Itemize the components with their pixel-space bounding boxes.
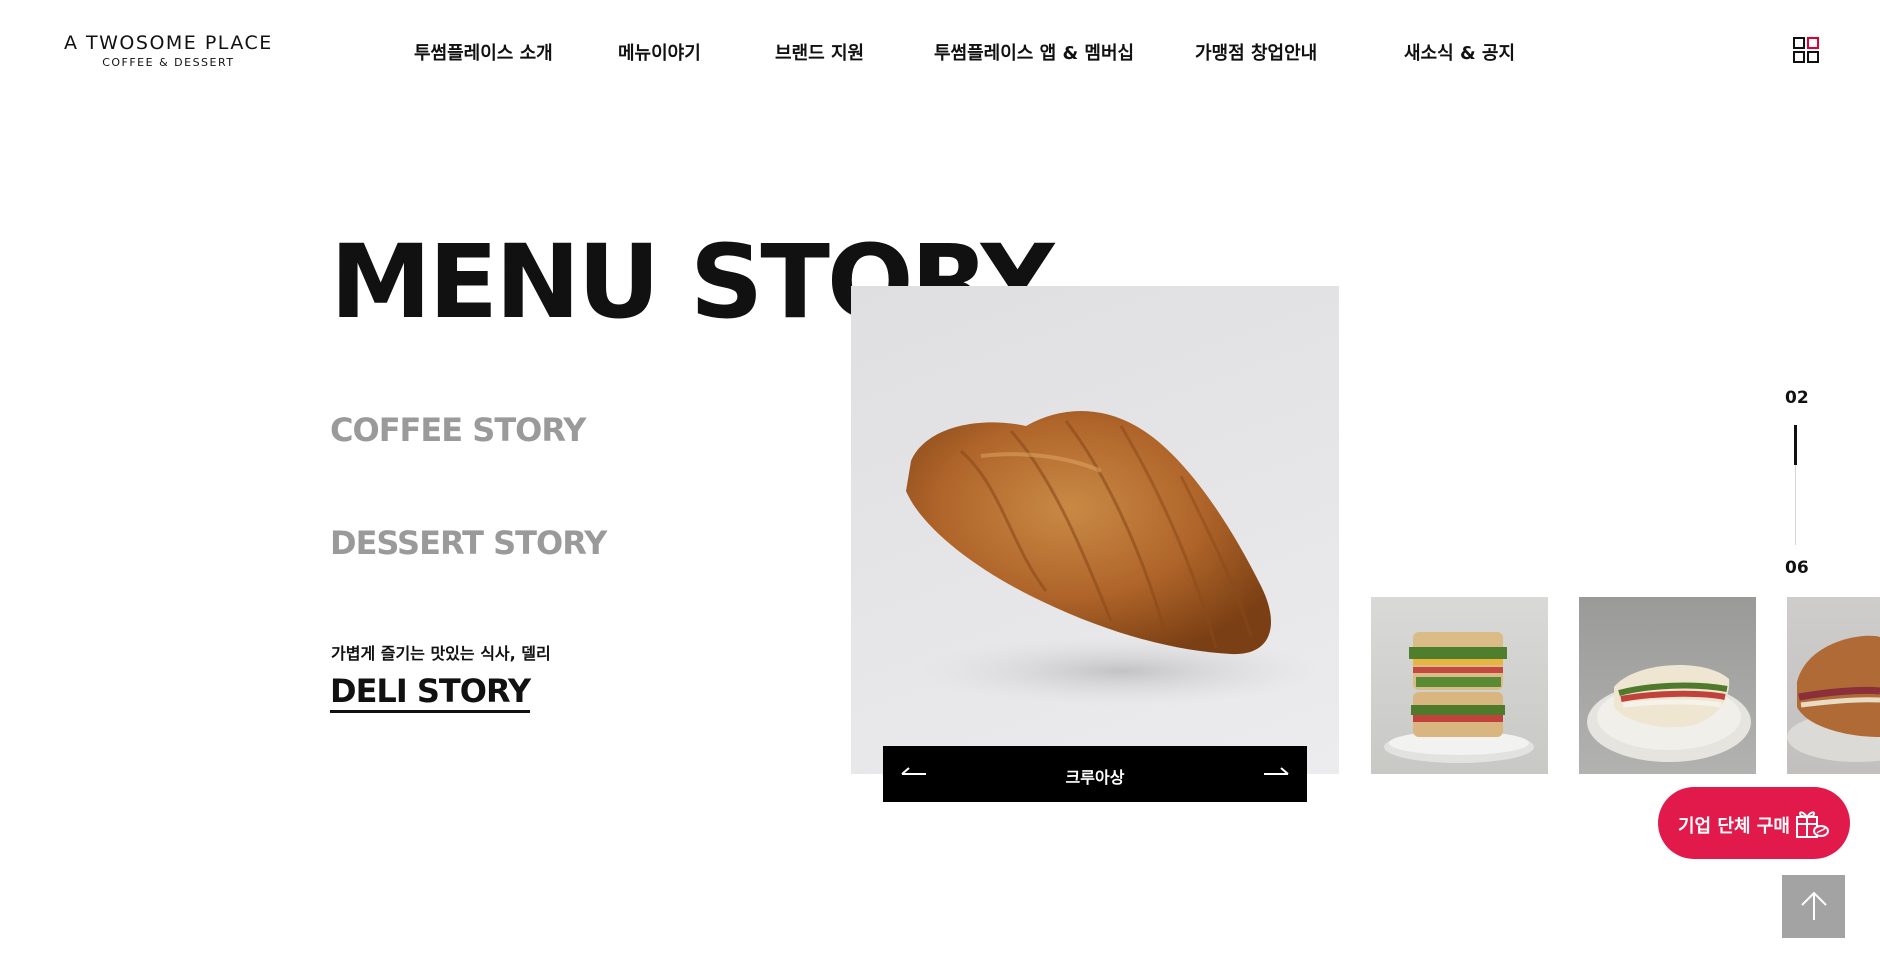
pager-total: 06 bbox=[1785, 558, 1809, 578]
bagel-sandwich-thumbnail[interactable] bbox=[1787, 597, 1880, 774]
logo-main-text: A TWOSOME PLACE bbox=[64, 32, 273, 54]
nav-item-app-membership[interactable]: 투썸플레이스 앱 & 멤버십 bbox=[934, 39, 1134, 65]
featured-croissant-image bbox=[851, 286, 1339, 774]
pager-progress bbox=[1794, 425, 1797, 465]
brand-logo[interactable]: A TWOSOME PLACE COFFEE & DESSERT bbox=[64, 32, 273, 69]
deli-story-link[interactable]: DELI STORY bbox=[330, 673, 531, 713]
coffee-story-link[interactable]: COFFEE STORY bbox=[330, 411, 586, 449]
corporate-purchase-button[interactable]: 기업 단체 구매 bbox=[1658, 787, 1850, 859]
site-header: A TWOSOME PLACE COFFEE & DESSERT 투썸플레이스 … bbox=[0, 0, 1880, 100]
arrow-up-icon bbox=[1801, 891, 1827, 920]
nav-item-brand-support[interactable]: 브랜드 지원 bbox=[775, 39, 864, 65]
pager-current: 02 bbox=[1785, 388, 1809, 408]
grid-menu-icon[interactable] bbox=[1793, 37, 1819, 63]
corporate-purchase-label: 기업 단체 구매 bbox=[1678, 816, 1790, 837]
scroll-top-button[interactable] bbox=[1782, 875, 1845, 938]
panini-thumbnail[interactable] bbox=[1579, 597, 1756, 774]
sandwich-stack-thumbnail[interactable] bbox=[1371, 597, 1548, 774]
arrow-right-icon[interactable] bbox=[1261, 760, 1291, 788]
nav-item-about[interactable]: 투썸플레이스 소개 bbox=[414, 39, 553, 65]
nav-item-news[interactable]: 새소식 & 공지 bbox=[1404, 39, 1515, 65]
deli-story-subtitle: 가볍게 즐기는 맛있는 식사, 델리 bbox=[331, 644, 551, 663]
gift-coffee-icon bbox=[1796, 811, 1829, 838]
logo-sub-text: COFFEE & DESSERT bbox=[102, 56, 235, 69]
nav-item-menu-story[interactable]: 메뉴이야기 bbox=[618, 39, 701, 65]
nav-item-franchise[interactable]: 가맹점 창업안내 bbox=[1195, 39, 1317, 65]
slider-caption-bar: 크루아상 bbox=[883, 746, 1307, 802]
current-item-name: 크루아상 bbox=[1065, 768, 1125, 787]
dessert-story-link[interactable]: DESSERT STORY bbox=[330, 524, 607, 562]
